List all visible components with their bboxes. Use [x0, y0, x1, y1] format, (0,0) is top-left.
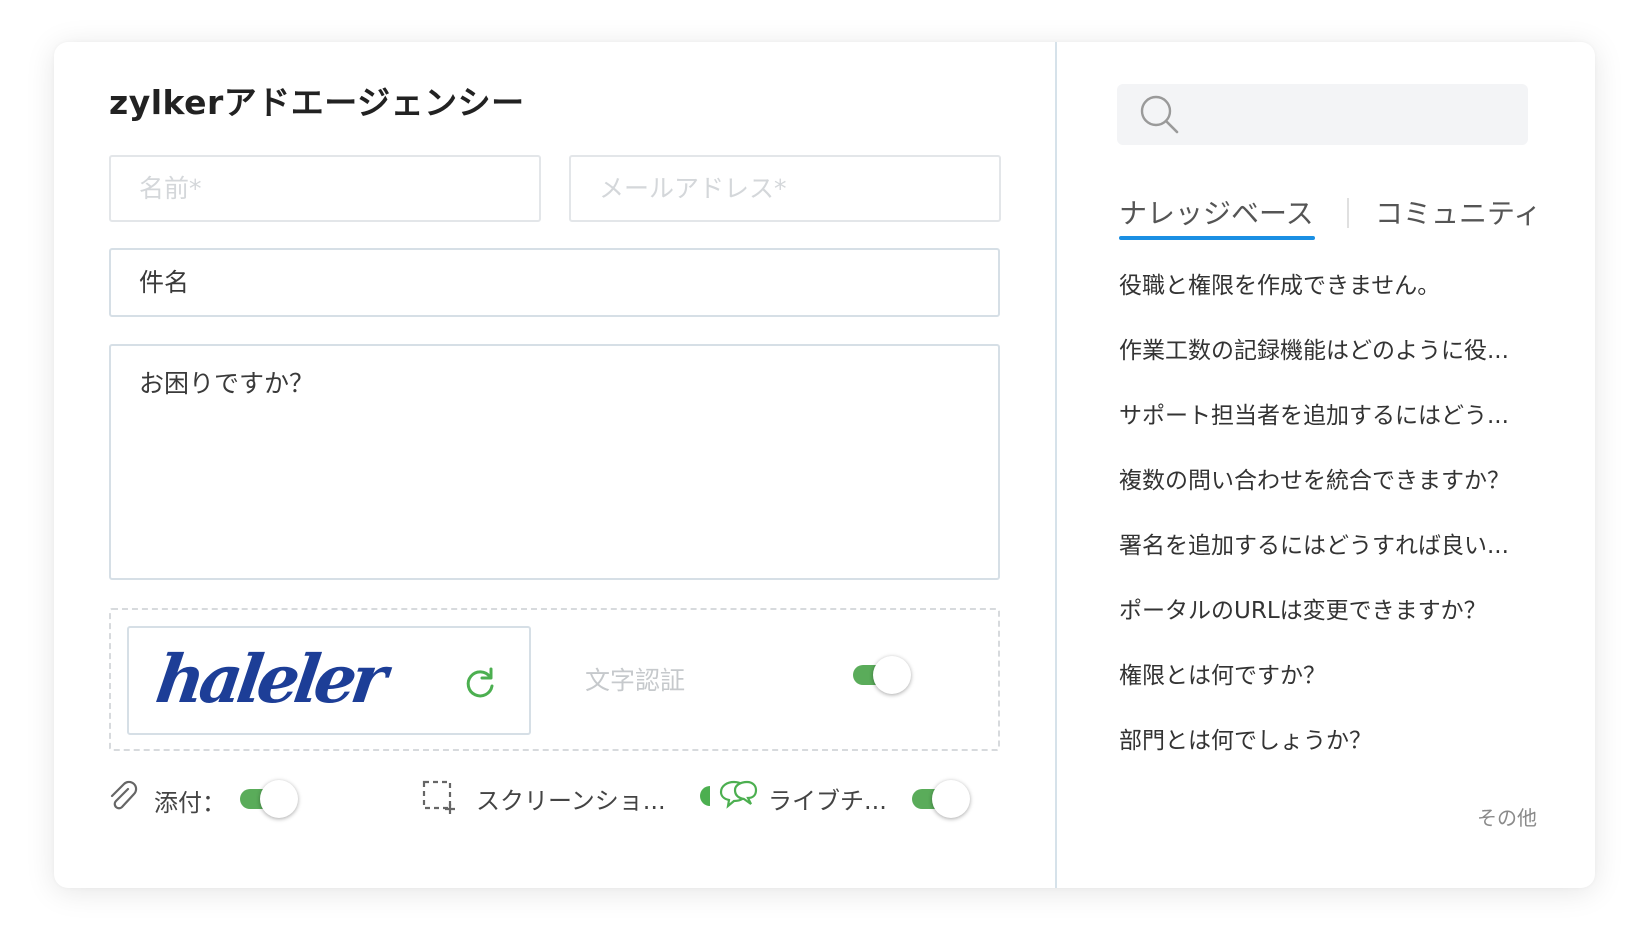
chat-toggle-indicator-icon [700, 786, 710, 806]
article-link[interactable]: 役職と権限を作成できません。 [1119, 270, 1559, 335]
paperclip-icon[interactable] [106, 780, 140, 814]
tab-label: コミュニティ [1375, 197, 1542, 230]
tab-knowledge-base[interactable]: ナレッジベース [1119, 192, 1315, 240]
attach-label-text: 添付： [154, 788, 226, 817]
toggle-knob [260, 780, 298, 818]
live-chat-toggle[interactable] [912, 780, 970, 818]
chat-icon[interactable] [718, 778, 758, 812]
article-list: 役職と権限を作成できません。 作業工数の記録機能はどのように役... サポート担… [1119, 270, 1559, 790]
captcha-text: haleler [151, 640, 388, 718]
toggle-knob [873, 656, 911, 694]
article-link[interactable]: 権限とは何ですか？ [1119, 660, 1559, 725]
attach-toggle[interactable] [240, 780, 298, 818]
live-chat-label-text: ライブチ... [768, 786, 887, 815]
article-link[interactable]: 部門とは何でしょうか？ [1119, 725, 1559, 790]
message-textarea[interactable] [109, 344, 1000, 580]
tab-separator [1347, 198, 1349, 228]
screenshot-button[interactable]: スクリーンショ... [476, 778, 666, 818]
article-link[interactable]: ポータルのURLは変更できますか？ [1119, 595, 1559, 660]
search-icon [1140, 95, 1179, 134]
tab-community[interactable]: コミュニティ [1375, 192, 1541, 240]
live-chat-button[interactable]: ライブチ... [768, 778, 887, 818]
form-title: zylkerアドエージェンシー [109, 83, 525, 122]
more-link[interactable]: その他 [1477, 802, 1537, 831]
captcha-toggle[interactable] [853, 656, 911, 694]
article-link[interactable]: サポート担当者を追加するにはどう... [1119, 400, 1559, 465]
subject-input[interactable] [109, 248, 1000, 317]
article-link[interactable]: 作業工数の記録機能はどのように役... [1119, 335, 1559, 400]
attach-label: 添付： [154, 780, 226, 820]
captcha-section: haleler 文字認証 [109, 608, 1000, 751]
article-link[interactable]: 複数の問い合わせを統合できますか？ [1119, 465, 1559, 530]
toggle-knob [932, 780, 970, 818]
widget-card: zylkerアドエージェンシー haleler 文字認証 添付： [54, 42, 1595, 888]
search-input[interactable] [1189, 84, 1513, 147]
tab-label: ナレッジベース [1119, 197, 1314, 230]
active-tab-underline [1119, 236, 1315, 240]
search-box [1117, 84, 1528, 147]
captcha-label: 文字認証 [585, 666, 686, 695]
captcha-image: haleler [127, 626, 531, 735]
article-link[interactable]: 署名を追加するにはどうすれば良い... [1119, 530, 1559, 595]
screenshot-label-text: スクリーンショ... [476, 786, 666, 815]
ticket-form: zylkerアドエージェンシー haleler 文字認証 添付： [54, 42, 1055, 888]
refresh-icon[interactable] [463, 666, 497, 700]
sidebar-tabs: ナレッジベース コミュニティ [1119, 192, 1589, 242]
knowledge-sidebar: ナレッジベース コミュニティ 役職と権限を作成できません。 作業工数の記録機能は… [1057, 42, 1595, 888]
email-input[interactable] [569, 155, 1001, 222]
screenshot-icon[interactable] [422, 780, 456, 816]
name-input[interactable] [109, 155, 541, 222]
